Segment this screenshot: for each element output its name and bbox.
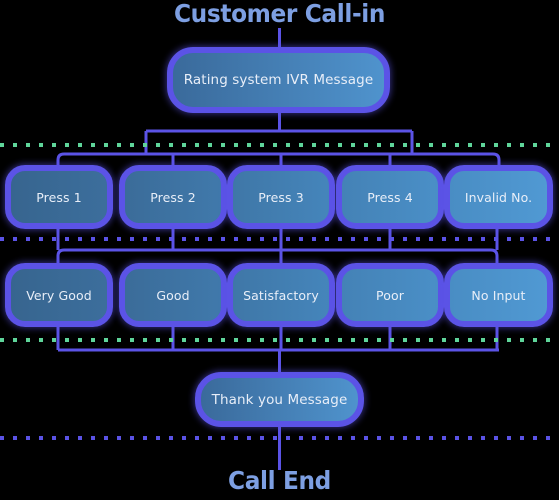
node-press-3[interactable]: Press 3	[227, 165, 335, 229]
node-ivr-message-label: Rating system IVR Message	[183, 72, 374, 88]
node-thank-you-message-label: Thank you Message	[211, 391, 348, 408]
node-very-good-label: Very Good	[26, 287, 92, 303]
node-press-1[interactable]: Press 1	[5, 165, 113, 229]
bus-mid	[56, 248, 499, 263]
node-invalid-number[interactable]: Invalid No.	[444, 165, 553, 229]
page-title-bottom: Call End	[228, 466, 331, 495]
node-no-input[interactable]: No Input	[444, 263, 553, 327]
node-no-input-label: No Input	[471, 287, 526, 303]
node-press-4[interactable]: Press 4	[336, 165, 444, 229]
node-ivr-message[interactable]: Rating system IVR Message	[167, 47, 390, 113]
flowchart-canvas: Customer Call-in Call End Rating system …	[0, 0, 559, 500]
node-good-label: Good	[156, 287, 190, 303]
node-press-3-label: Press 3	[258, 189, 304, 205]
node-poor[interactable]: Poor	[336, 263, 444, 327]
node-press-2[interactable]: Press 2	[119, 165, 227, 229]
node-poor-label: Poor	[376, 287, 404, 303]
node-satisfactory[interactable]: Satisfactory	[227, 263, 335, 327]
node-good[interactable]: Good	[119, 263, 227, 327]
node-press-1-label: Press 1	[36, 189, 82, 205]
node-thank-you-message[interactable]: Thank you Message	[195, 372, 364, 427]
page-title-top: Customer Call-in	[173, 0, 385, 28]
node-invalid-number-label: Invalid No.	[464, 189, 533, 205]
node-press-4-label: Press 4	[367, 189, 413, 205]
node-satisfactory-label: Satisfactory	[243, 287, 319, 303]
node-press-2-label: Press 2	[150, 189, 196, 205]
node-very-good[interactable]: Very Good	[5, 263, 113, 327]
